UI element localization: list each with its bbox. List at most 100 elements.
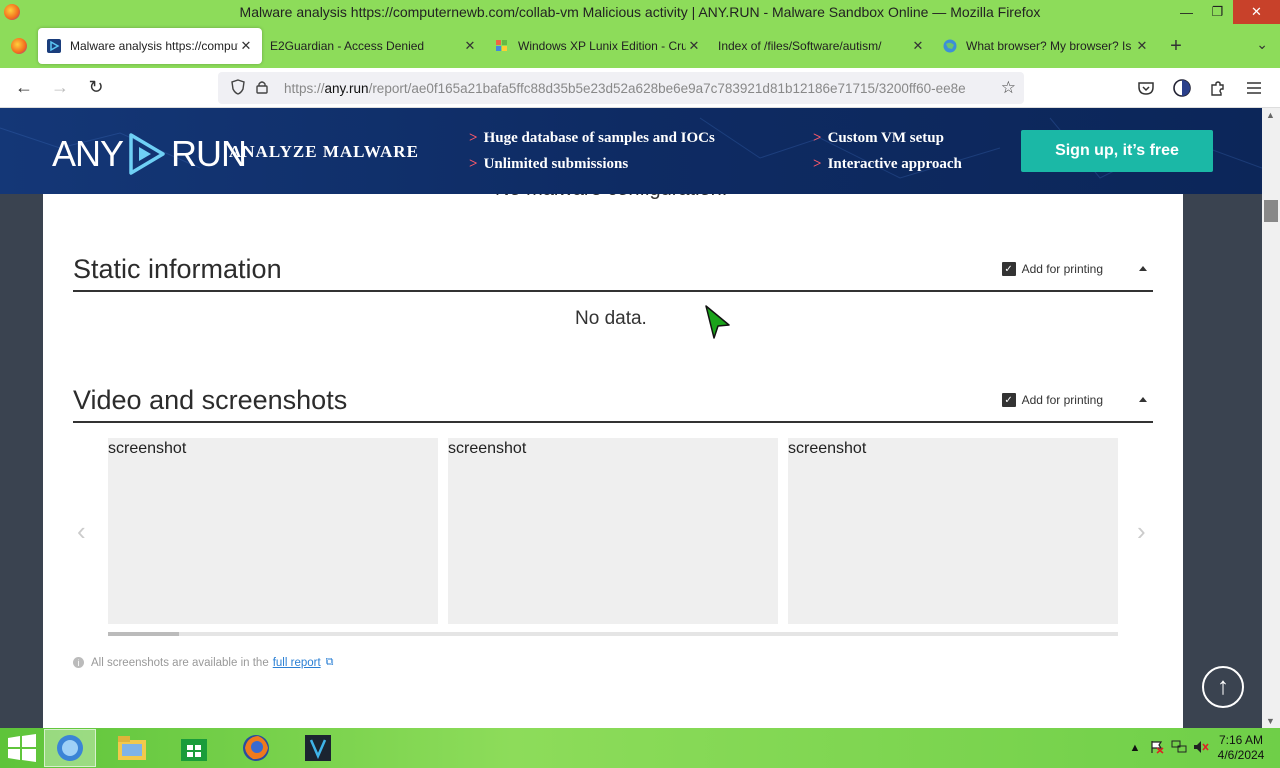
xp-favicon-icon — [494, 38, 510, 54]
minimize-button[interactable]: — — [1171, 0, 1202, 24]
full-report-link[interactable]: full report — [273, 657, 321, 669]
url-prefix: https:// — [284, 80, 325, 96]
taskbar-firefox-icon[interactable] — [230, 729, 282, 767]
scrollbar-thumb[interactable] — [1264, 200, 1278, 222]
forward-button[interactable]: → — [42, 72, 78, 104]
banner-feature: > Huge database of samples and IOCs — [469, 130, 715, 146]
navigation-toolbar: ← → ↻ https://any.run/report/ae0f165a21b… — [0, 68, 1280, 108]
restore-button[interactable]: ❐ — [1202, 0, 1233, 24]
new-tab-button[interactable]: + — [1158, 35, 1194, 58]
info-icon: i — [73, 657, 84, 668]
tab-index-files[interactable]: Index of /files/Software/autism/ ✕ — [710, 28, 934, 64]
page-scrollbar[interactable]: ▲ ▼ — [1262, 108, 1280, 728]
collapse-caret-icon[interactable] — [1139, 397, 1147, 402]
taskbar-v-app-icon[interactable] — [292, 729, 344, 767]
anyrun-favicon-icon — [46, 38, 62, 54]
globe-favicon-icon — [942, 38, 958, 54]
tab-what-browser[interactable]: What browser? My browser? Is my browser … — [934, 28, 1158, 64]
taskbar-explorer-icon[interactable] — [106, 729, 158, 767]
tray-overflow-icon[interactable]: ▲ — [1124, 742, 1146, 754]
start-button[interactable] — [0, 728, 44, 768]
logo-any: ANY — [52, 133, 124, 174]
close-tab-icon[interactable]: ✕ — [910, 38, 926, 54]
scroll-to-top-button[interactable]: ↑ — [1202, 666, 1244, 708]
add-for-printing-static[interactable]: ✓ Add for printing — [1001, 262, 1103, 276]
banner-feature: > Custom VM setup — [813, 130, 944, 146]
anyrun-logo[interactable]: ANY RUN — [52, 132, 247, 176]
account-icon[interactable] — [1164, 72, 1200, 104]
taskbar-store-icon[interactable] — [168, 729, 220, 767]
static-information-title: Static information — [73, 254, 282, 284]
taskbar-ie-icon[interactable] — [44, 729, 96, 767]
close-tab-icon[interactable]: ✕ — [686, 38, 702, 54]
screenshots-note: i All screenshots are available in the f… — [73, 656, 334, 669]
network-icon[interactable] — [1168, 740, 1190, 757]
carousel-scroll-track[interactable] — [108, 632, 1118, 636]
collapse-caret-icon[interactable] — [1139, 266, 1147, 271]
tab-e2guardian[interactable]: E2Guardian - Access Denied ✕ — [262, 28, 486, 64]
banner-tagline: ANALYZE MALWARE — [229, 142, 419, 161]
clock-time: 7:16 AM — [1218, 733, 1264, 747]
carousel-next-icon[interactable]: › — [1137, 516, 1146, 547]
scroll-down-icon[interactable]: ▼ — [1266, 716, 1275, 726]
screenshot-thumbnail[interactable]: screenshot — [108, 438, 438, 624]
video-screenshots-header: Video and screenshots ✓ Add for printing — [73, 385, 1153, 423]
tracking-protection-shield-icon[interactable] — [226, 78, 250, 98]
tab-title: Windows XP Lunix Edition - Crunchyroll — [518, 39, 686, 53]
reload-button[interactable]: ↻ — [78, 72, 114, 104]
screenshot-alt-text: screenshot — [448, 440, 527, 457]
volume-muted-icon[interactable] — [1190, 740, 1212, 757]
windows-logo-icon — [8, 734, 36, 762]
carousel-scroll-thumb[interactable] — [108, 632, 179, 636]
screenshot-thumbnail[interactable]: screenshot — [788, 438, 1118, 624]
close-tab-icon[interactable]: ✕ — [462, 38, 478, 54]
scroll-up-icon[interactable]: ▲ — [1266, 110, 1275, 120]
tab-title: E2Guardian - Access Denied — [270, 39, 425, 53]
signup-button[interactable]: Sign up, it’s free — [1021, 130, 1213, 172]
close-tab-icon[interactable]: ✕ — [1134, 38, 1150, 54]
close-window-button[interactable]: ✕ — [1233, 0, 1280, 24]
checkbox-checked-icon[interactable]: ✓ — [1001, 393, 1016, 407]
note-text: All screenshots are available in the — [91, 656, 269, 669]
logo-play-icon — [127, 132, 167, 176]
windows-taskbar: ▲ 7:16 AM 4/6/2024 — [0, 728, 1280, 768]
tab-malware-analysis[interactable]: Malware analysis https://computernewb.co… — [38, 28, 262, 64]
url-path: /report/ae0f165a21bafa5ffc88d35b5e23d52a… — [368, 80, 966, 96]
page-viewport: No malware configuration. Static informa… — [0, 108, 1262, 728]
window-titlebar: Malware analysis https://computernewb.co… — [0, 0, 1280, 24]
tab-title: Index of /files/Software/autism/ — [718, 39, 882, 53]
static-information-header: Static information ✓ Add for printing — [73, 254, 1153, 292]
no-data-text: No data. — [575, 308, 647, 329]
list-all-tabs-icon[interactable]: ⌄ — [1256, 36, 1268, 53]
tab-title: What browser? My browser? Is my browser — [966, 39, 1134, 53]
lock-icon[interactable] — [250, 80, 274, 97]
mouse-cursor-icon — [705, 305, 730, 339]
action-center-flag-icon[interactable] — [1146, 740, 1168, 757]
banner-feature: > Unlimited submissions — [469, 156, 629, 172]
tab-windows-xp[interactable]: Windows XP Lunix Edition - Crunchyroll ✕ — [486, 28, 710, 64]
carousel-prev-icon[interactable]: ‹ — [77, 516, 86, 547]
screenshot-alt-text: screenshot — [108, 440, 187, 457]
back-button[interactable]: ← — [6, 72, 42, 104]
screenshot-thumbnail[interactable]: screenshot — [448, 438, 778, 624]
close-tab-icon[interactable]: ✕ — [238, 38, 254, 54]
screenshot-alt-text: screenshot — [788, 440, 867, 457]
pocket-icon[interactable] — [1128, 72, 1164, 104]
url-text: https://any.run/report/ae0f165a21bafa5ff… — [284, 81, 984, 96]
toolbar-right — [1128, 72, 1272, 104]
hamburger-menu-icon[interactable] — [1236, 72, 1272, 104]
window-title: Malware analysis https://computernewb.co… — [239, 4, 1041, 20]
tab-bar: Malware analysis https://computernewb.co… — [0, 24, 1280, 68]
extensions-icon[interactable] — [1200, 72, 1236, 104]
print-label: Add for printing — [1021, 393, 1103, 407]
external-link-icon[interactable]: ⧉ — [326, 656, 334, 669]
add-for-printing-video[interactable]: ✓ Add for printing — [1001, 393, 1103, 407]
checkbox-checked-icon[interactable]: ✓ — [1001, 262, 1016, 276]
bookmark-star-icon[interactable]: ☆ — [1001, 78, 1016, 98]
screenshot-carousel: screenshot screenshot screenshot — [108, 438, 1118, 624]
clock-date: 4/6/2024 — [1217, 748, 1265, 762]
taskbar-clock[interactable]: 7:16 AM 4/6/2024 — [1212, 733, 1270, 763]
system-tray: ▲ 7:16 AM 4/6/2024 — [1124, 728, 1280, 768]
url-bar[interactable]: https://any.run/report/ae0f165a21bafa5ff… — [218, 72, 1024, 104]
firefox-menu-icon[interactable] — [0, 24, 38, 68]
